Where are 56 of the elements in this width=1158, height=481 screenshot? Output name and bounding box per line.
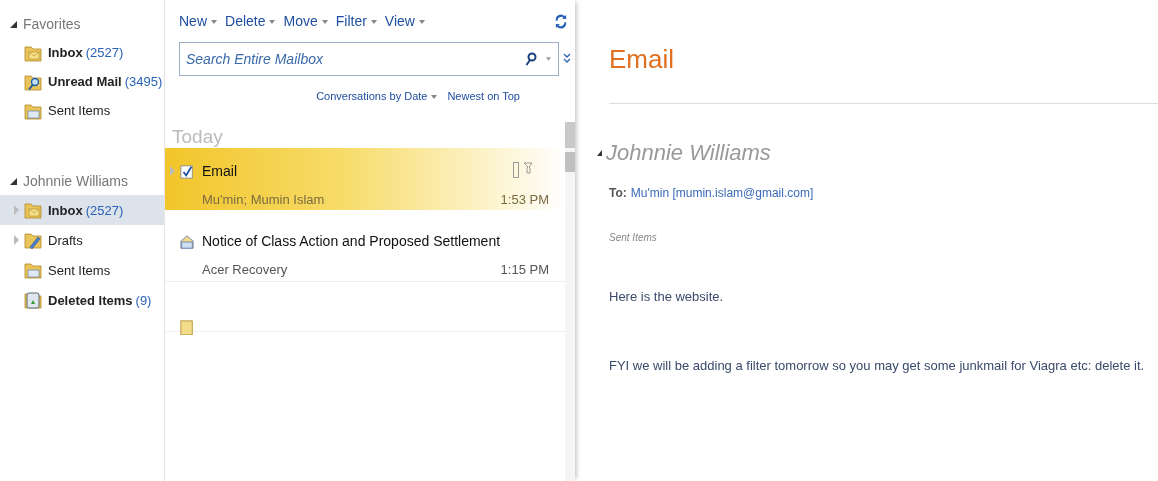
folder-icon — [24, 72, 42, 91]
search-field[interactable]: Search Entire Mailbox — [179, 42, 559, 76]
message-icon — [180, 319, 194, 335]
caret-icon — [321, 20, 328, 25]
folder-item[interactable]: Unread Mail (3495) — [0, 67, 164, 96]
sort-menu[interactable]: Conversations by Date — [316, 90, 438, 102]
folder-item[interactable]: Sent Items — [0, 255, 164, 285]
category-icon[interactable] — [513, 162, 519, 178]
folder-icon — [24, 261, 42, 279]
body-paragraph: Here is the website. — [609, 289, 725, 304]
caret-icon[interactable] — [546, 57, 551, 61]
folder-icon — [24, 43, 42, 62]
folder-icon — [24, 291, 42, 309]
folder-item[interactable]: Sent Items — [0, 96, 164, 125]
message-sender: Mu'min; Mumin Islam — [202, 192, 325, 207]
message-title: Email — [609, 44, 675, 75]
message-subject: Notice of Class Action and Proposed Settlement — [202, 233, 501, 249]
caret-icon — [431, 95, 438, 100]
body-paragraph: FYI we will be adding a filter tomorrow so you may get some junkmail for Viagra etc: delete it. — [609, 358, 1146, 373]
caret-icon — [370, 20, 377, 25]
toolbar-menu[interactable]: View — [384, 13, 433, 29]
sort-order-button[interactable]: Newest on Top — [447, 90, 520, 102]
scrollbar[interactable] — [565, 122, 575, 481]
folder-icon — [24, 231, 42, 249]
to-label: To: — [609, 186, 627, 200]
caret-icon — [211, 20, 217, 25]
message-time: 1:15 PM — [500, 262, 549, 277]
toolbar-menu[interactable]: New — [179, 13, 225, 29]
folder-label: Sent Items — [609, 232, 658, 243]
flag-icon[interactable] — [523, 162, 533, 174]
collapse-icon[interactable] — [597, 150, 602, 156]
folder-item[interactable]: Inbox (2527) — [0, 195, 164, 225]
message-item[interactable]: Notice of Class Action and Proposed Settlement Acer Recovery 1:15 PM — [165, 220, 565, 282]
message-time: 1:53 PM — [500, 192, 549, 207]
toolbar-menu[interactable]: Delete — [225, 13, 284, 29]
message-icon — [180, 164, 194, 180]
message-sender: Acer Recovery — [202, 262, 288, 277]
toolbar-menu[interactable]: Filter — [335, 13, 385, 29]
caret-icon — [269, 20, 276, 25]
toolbar-menu[interactable]: Move — [283, 13, 336, 29]
caret-icon — [418, 20, 425, 25]
search-icon[interactable] — [525, 52, 537, 66]
section-header[interactable]: Favorites — [0, 10, 164, 38]
message-subject: Email — [202, 163, 237, 179]
refresh-icon[interactable] — [555, 12, 567, 30]
expand-icon[interactable] — [563, 53, 571, 65]
folder-item[interactable]: Drafts — [0, 225, 164, 255]
group-header: Today — [171, 125, 224, 148]
sender-name: Johnnie Williams — [606, 140, 771, 166]
folder-icon — [24, 201, 42, 219]
recipient-link[interactable]: Mu'min [mumin.islam@gmail.com] — [630, 186, 814, 200]
folder-item[interactable]: Inbox (2527) — [0, 38, 164, 67]
section-header[interactable]: Johnnie Williams — [0, 167, 164, 195]
folder-item[interactable]: Deleted Items (9) — [0, 285, 164, 315]
folder-icon — [24, 101, 42, 120]
message-icon — [180, 234, 194, 250]
